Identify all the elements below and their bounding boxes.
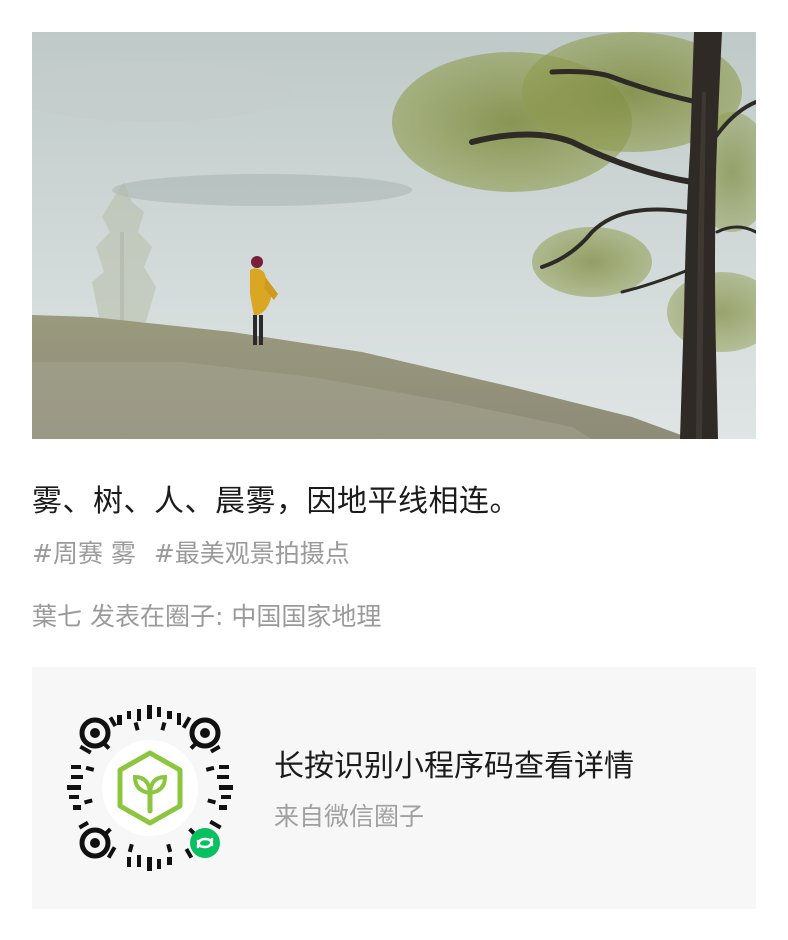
- tag-link[interactable]: #周赛 雾: [32, 539, 136, 568]
- post-caption: 雾、树、人、晨雾，因地平线相连。: [32, 484, 520, 519]
- card-subtitle: 来自微信圈子: [274, 802, 425, 831]
- post-source[interactable]: 葉七 发表在圈子: 中国国家地理: [32, 597, 381, 637]
- post-tags: #周赛 雾 #最美观景拍摄点: [32, 534, 360, 574]
- card-title: 长按识别小程序码查看详情: [274, 749, 634, 784]
- post-photo[interactable]: [32, 32, 756, 439]
- tag-link[interactable]: #最美观景拍摄点: [154, 539, 350, 568]
- landscape-photo: [32, 32, 756, 439]
- mini-program-card[interactable]: 长按识别小程序码查看详情 来自微信圈子: [32, 667, 756, 909]
- qr-code-icon[interactable]: [65, 703, 235, 873]
